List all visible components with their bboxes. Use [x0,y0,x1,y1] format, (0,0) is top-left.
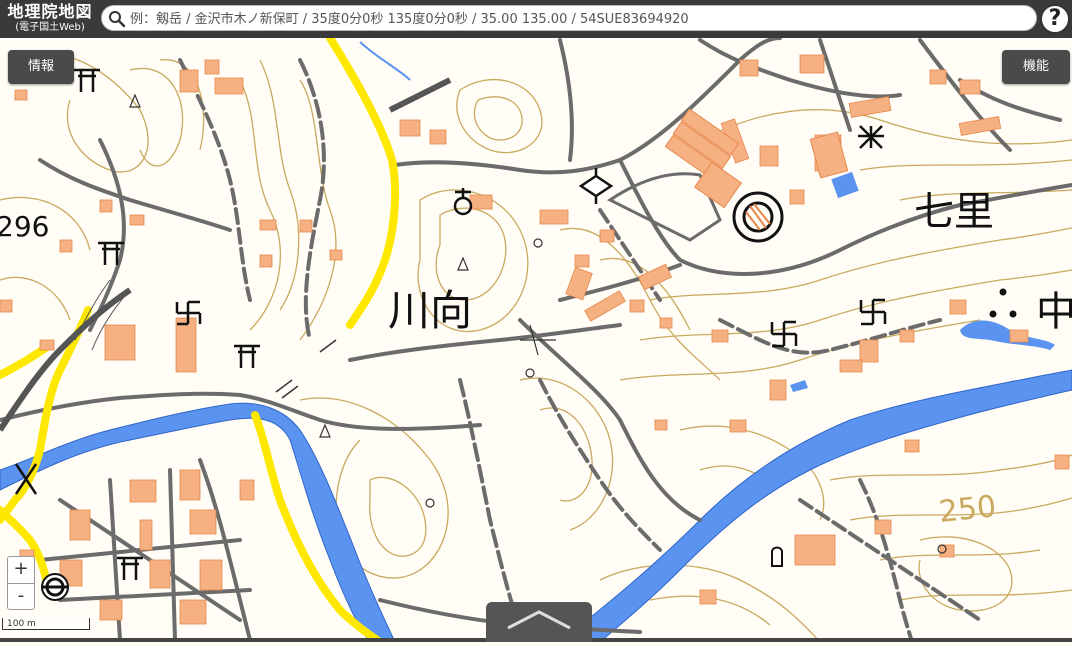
place-label-naka: 中 [1036,289,1072,335]
topographic-map[interactable]: 川向 七里 中 296 250 [0,0,1072,642]
app-logo[interactable]: 地理院地図 (電子国土Web) [2,2,98,36]
bottom-panel-toggle[interactable] [486,602,592,642]
place-label-kawamukai: 川向 [388,286,472,335]
school-icon [858,125,884,149]
locate-icon[interactable] [40,572,70,602]
zoom-control: + - [7,556,35,610]
scale-bar: 100 m [2,618,90,630]
zoom-out-button[interactable]: - [8,584,34,610]
app-logo-subtitle: (電子国土Web) [15,22,85,33]
chevron-up-icon [507,610,571,630]
place-label-shichiri: 七里 [914,189,994,235]
app-logo-title: 地理院地図 [7,2,93,21]
info-button[interactable]: 情報 [8,50,74,84]
elevation-label-296: 296 [0,210,49,243]
search-icon [109,11,126,28]
top-toolbar: 地理院地図 (電子国土Web) ? [0,0,1072,38]
help-button[interactable]: ? [1040,4,1070,34]
functions-button[interactable]: 機能 [1002,50,1070,84]
contour-label-250: 250 [937,489,998,530]
zoom-in-button[interactable]: + [8,557,34,584]
search-input[interactable] [128,8,1032,30]
search-box[interactable] [101,5,1037,31]
